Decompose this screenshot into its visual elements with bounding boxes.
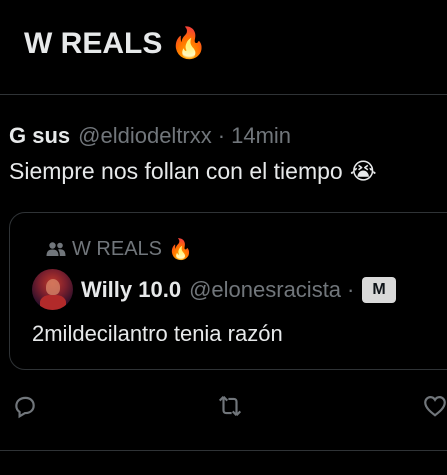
quoted-post-card[interactable]: W REALS 🔥 Willy 10.0 @elonesracista · M … [9,212,447,370]
quote-author-name[interactable]: Willy 10.0 [81,277,181,303]
post-actions [0,393,447,423]
author-name[interactable]: G sus [9,123,70,149]
post-timestamp[interactable]: 14min [231,123,291,149]
crying-emoji: 😭 [349,158,377,185]
avatar[interactable] [32,269,73,310]
community-header: W REALS 🔥 [0,0,447,95]
repost-icon [218,396,242,416]
quote-author-line: Willy 10.0 @elonesracista · M [32,269,396,310]
quote-text: 2mildecilantro tenia razón [32,321,283,346]
reply-button[interactable] [12,393,42,423]
quote-community-name: W REALS [72,237,163,260]
post-text-content: Siempre nos follan con el tiempo [9,158,343,184]
separator-dot: · [347,276,355,302]
fire-emoji: 🔥 [170,26,208,61]
separator-dot: · [217,123,226,148]
quote-community-line[interactable]: W REALS 🔥 [46,237,193,261]
post[interactable]: G sus @eldiodeltrxx · 14min Siempre nos … [0,96,447,451]
like-icon [424,396,446,417]
post-text: Siempre nos follan con el tiempo 😭 [9,158,377,185]
community-title: W REALS 🔥 [24,26,208,61]
like-button[interactable] [422,393,447,423]
community-title-text: W REALS [24,26,163,60]
reply-icon [15,396,35,419]
post-author-line: G sus @eldiodeltrxx · 14min [9,123,291,149]
repost-button[interactable] [217,393,247,423]
community-icon [46,242,66,256]
quote-author-handle[interactable]: @elonesracista [189,277,341,303]
author-handle[interactable]: @eldiodeltrxx [78,123,212,149]
status-badge: M [362,276,396,303]
fire-emoji: 🔥 [168,237,193,261]
